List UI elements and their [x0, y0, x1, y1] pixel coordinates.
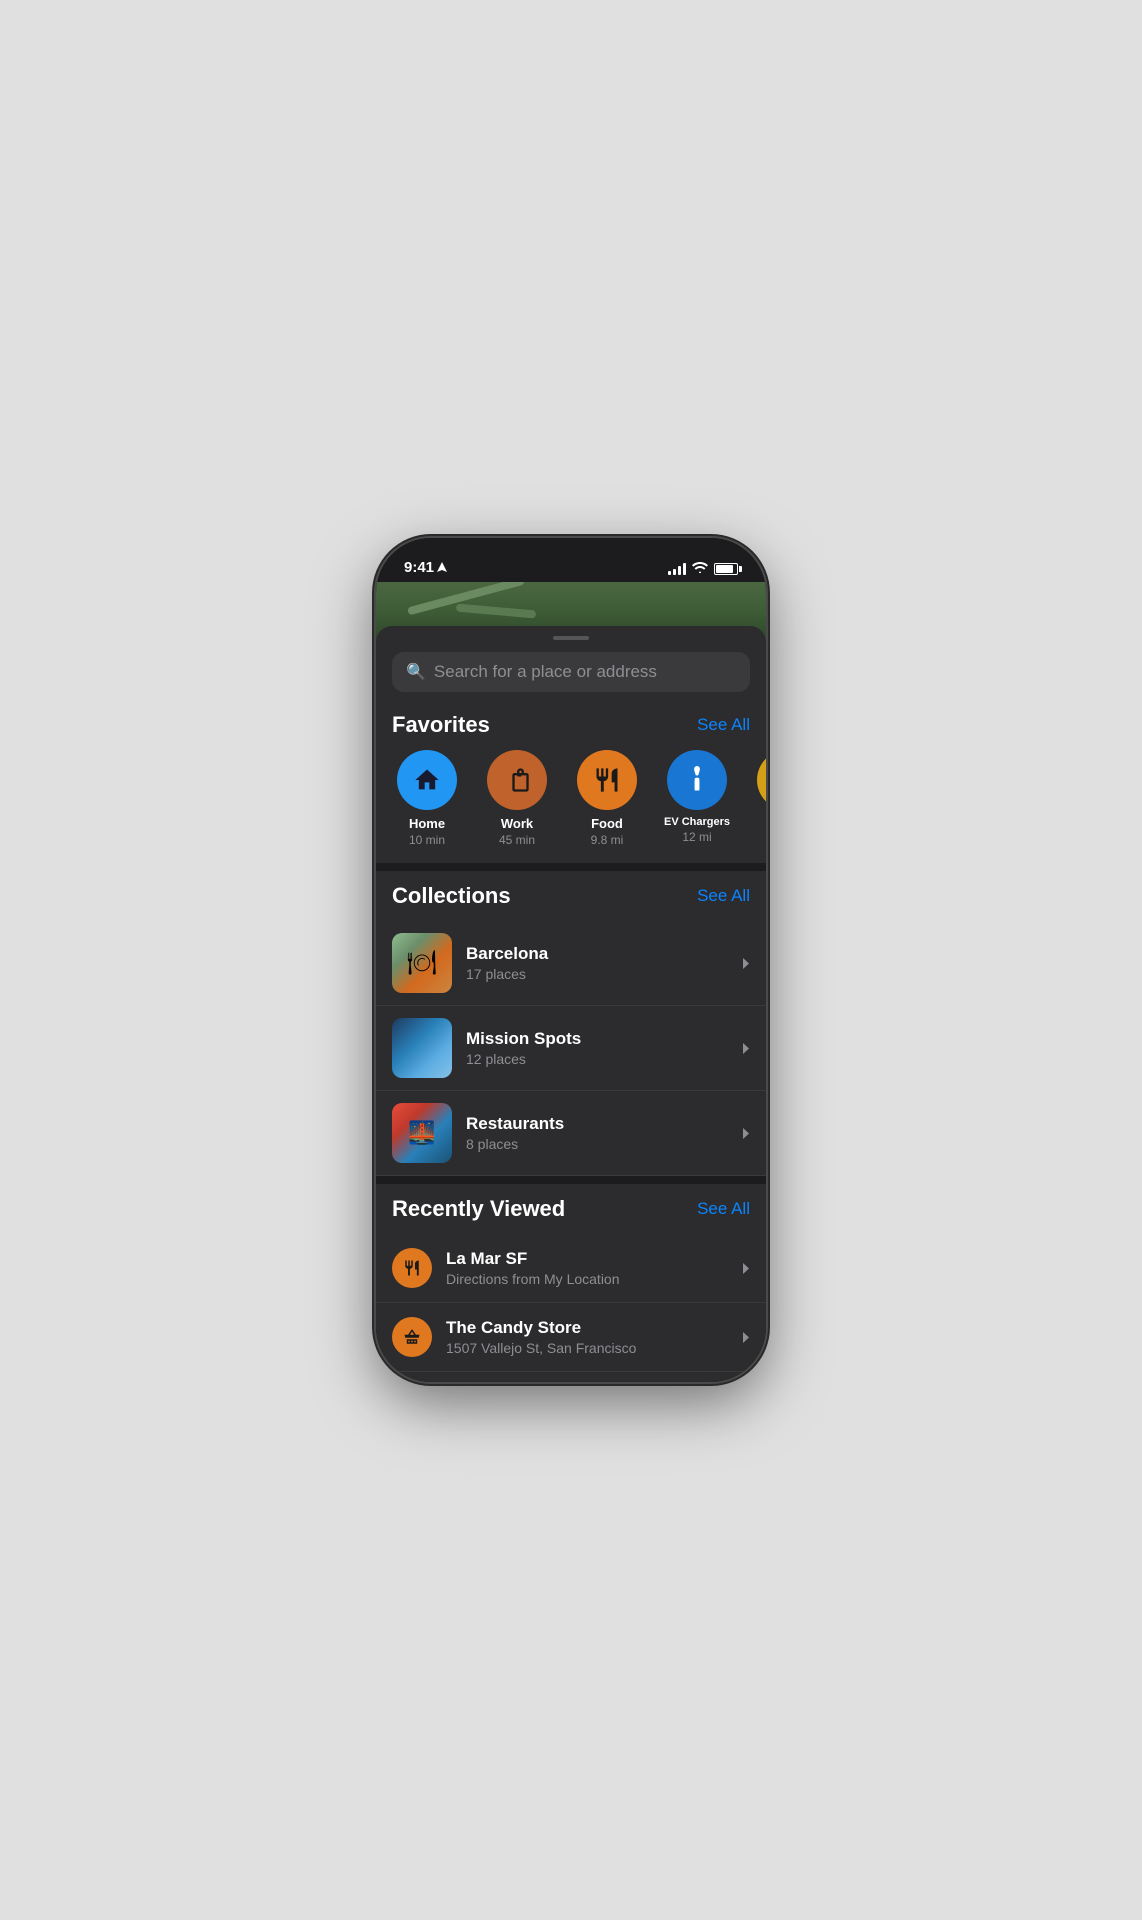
barcelona-name: Barcelona — [466, 944, 548, 964]
search-placeholder: Search for a place or address — [434, 662, 657, 682]
status-icons — [668, 561, 738, 576]
mission-thumb-img — [392, 1018, 452, 1078]
groc-icon-circle — [757, 750, 766, 810]
collection-mission[interactable]: Mission Spots 12 places — [376, 1006, 766, 1091]
signal-icon — [668, 563, 686, 575]
barcelona-thumbnail — [392, 933, 452, 993]
phone-frame: 9:41 — [376, 538, 766, 1382]
work-sublabel: 45 min — [499, 833, 535, 847]
chevron-right-candy — [742, 1331, 750, 1344]
fork-knife-icon — [403, 1259, 421, 1277]
favorite-work[interactable]: Work 45 min — [482, 750, 552, 847]
barcelona-thumb-img — [392, 933, 452, 993]
favorite-home[interactable]: Home 10 min — [392, 750, 462, 847]
barcelona-info: Barcelona 17 places — [466, 944, 548, 982]
bottom-sheet[interactable]: 🔍 Search for a place or address Favorite… — [376, 626, 766, 1382]
ev-icon-circle — [667, 750, 727, 810]
chevron-right-icon-3 — [742, 1127, 750, 1140]
candy-icon — [392, 1317, 432, 1357]
ev-svg — [683, 766, 711, 794]
sheet-handle — [553, 636, 589, 640]
restaurants-name: Restaurants — [466, 1114, 564, 1134]
favorites-see-all[interactable]: See All — [697, 715, 750, 735]
ev-label: EV Chargers — [664, 816, 730, 828]
status-time: 9:41 — [404, 559, 447, 576]
collections-header: Collections See All — [376, 871, 766, 921]
collection-barcelona[interactable]: Barcelona 17 places — [376, 921, 766, 1006]
wifi-svg — [692, 561, 708, 573]
chevron-right-icon — [742, 957, 750, 970]
recently-viewed-title: Recently Viewed — [392, 1196, 565, 1222]
basket-icon — [403, 1328, 421, 1346]
collections-title: Collections — [392, 883, 511, 909]
chevron-right-icon-2 — [742, 1042, 750, 1055]
mission-count: 12 places — [466, 1051, 581, 1067]
home-svg — [413, 766, 441, 794]
work-svg — [503, 766, 531, 794]
favorites-title: Favorites — [392, 712, 490, 738]
home-icon-circle — [397, 750, 457, 810]
mission-info: Mission Spots 12 places — [466, 1029, 581, 1067]
favorite-ev[interactable]: EV Chargers 12 mi — [662, 750, 732, 847]
mission-name: Mission Spots — [466, 1029, 581, 1049]
wifi-icon — [692, 561, 708, 576]
restaurants-count: 8 places — [466, 1136, 564, 1152]
work-icon-circle — [487, 750, 547, 810]
favorites-row: Home 10 min Work 45 min — [376, 750, 766, 863]
mission-thumbnail — [392, 1018, 452, 1078]
candy-detail: 1507 Vallejo St, San Francisco — [446, 1340, 636, 1356]
time-display: 9:41 — [404, 559, 434, 576]
home-sublabel: 10 min — [409, 833, 445, 847]
lamar-icon — [392, 1248, 432, 1288]
recently-viewed-see-all[interactable]: See All — [697, 1199, 750, 1219]
notch — [496, 538, 646, 568]
collection-restaurants[interactable]: Restaurants 8 places — [376, 1091, 766, 1176]
home-label: Home — [409, 816, 445, 831]
candy-info: The Candy Store 1507 Vallejo St, San Fra… — [446, 1318, 636, 1356]
food-sublabel: 9.8 mi — [591, 833, 624, 847]
restaurant-thumb-img — [392, 1103, 452, 1163]
food-icon-circle — [577, 750, 637, 810]
battery-fill — [716, 565, 733, 573]
food-svg — [593, 766, 621, 794]
collections-see-all[interactable]: See All — [697, 886, 750, 906]
restaurants-info: Restaurants 8 places — [466, 1114, 564, 1152]
search-bar[interactable]: 🔍 Search for a place or address — [392, 652, 750, 692]
favorite-groc[interactable]: Groc 13 m — [752, 750, 766, 847]
food-label: Food — [591, 816, 623, 831]
restaurants-thumbnail — [392, 1103, 452, 1163]
lamar-detail: Directions from My Location — [446, 1271, 620, 1287]
lamar-name: La Mar SF — [446, 1249, 620, 1269]
ev-sublabel: 12 mi — [682, 830, 711, 844]
recently-viewed-header: Recently Viewed See All — [376, 1184, 766, 1234]
favorite-food[interactable]: Food 9.8 mi — [572, 750, 642, 847]
recent-matcha[interactable]: Stonemill Matcha 561 Valencia St, San Fr… — [376, 1372, 766, 1382]
search-icon: 🔍 — [406, 662, 426, 682]
recent-candy[interactable]: The Candy Store 1507 Vallejo St, San Fra… — [376, 1303, 766, 1372]
work-label: Work — [501, 816, 533, 831]
favorites-header: Favorites See All — [376, 708, 766, 750]
battery-icon — [714, 563, 738, 575]
barcelona-count: 17 places — [466, 966, 548, 982]
chevron-right-lamar — [742, 1262, 750, 1275]
section-gap-2 — [376, 1176, 766, 1184]
recent-lamar[interactable]: La Mar SF Directions from My Location — [376, 1234, 766, 1303]
phone-screen: 9:41 — [376, 538, 766, 1382]
section-gap-1 — [376, 863, 766, 871]
lamar-info: La Mar SF Directions from My Location — [446, 1249, 620, 1287]
candy-name: The Candy Store — [446, 1318, 636, 1338]
location-arrow-icon — [437, 562, 447, 574]
